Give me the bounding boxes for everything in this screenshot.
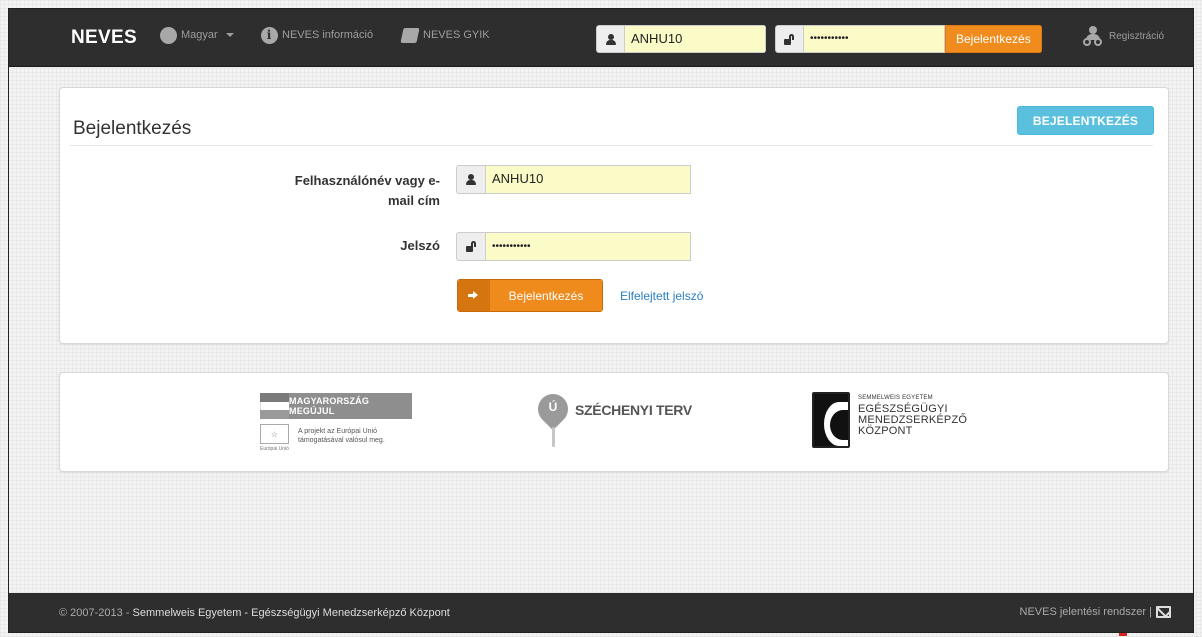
footer-copyright: © 2007-2013 - Semmelweis Egyetem - Egész… bbox=[59, 607, 450, 619]
mm-title: MAGYARORSZÁG MEGÚJUL bbox=[289, 393, 412, 419]
password-input[interactable]: ••••••••••• bbox=[485, 232, 691, 261]
se-name: EGÉSZSÉGÜGYI MENEDZSERKÉPZŐ KÖZPONT bbox=[858, 404, 967, 437]
language-label: Magyar bbox=[181, 29, 218, 41]
top-navbar: NEVES Magyar i NEVES információ NEVES GY… bbox=[9, 9, 1193, 67]
se-small: SEMMELWEIS EGYETEM bbox=[858, 395, 933, 401]
eu-label: Európai Unió bbox=[260, 446, 289, 452]
register-link[interactable]: Regisztráció bbox=[1082, 26, 1164, 46]
password-label: Jelszó bbox=[400, 238, 440, 253]
semmelweis-emblem-icon bbox=[812, 392, 850, 448]
copyright-text: © 2007-2013 - bbox=[59, 607, 133, 619]
nav-faq-link[interactable]: NEVES GYIK bbox=[400, 26, 490, 44]
semmelweis-emk-logo: SEMMELWEIS EGYETEM EGÉSZSÉGÜGYI MENEDZSE… bbox=[812, 391, 992, 453]
lock-icon bbox=[456, 232, 485, 261]
eu-flag-icon: ☆ bbox=[260, 424, 289, 444]
nav-login-button[interactable]: Bejelentkezés bbox=[945, 25, 1042, 53]
sz-letter: Ú bbox=[548, 400, 558, 414]
nav-faq-label: NEVES GYIK bbox=[423, 29, 490, 41]
nav-password-input[interactable]: ••••••••••• bbox=[803, 25, 945, 53]
sz-text: SZÉCHENYI TERV bbox=[575, 402, 692, 418]
users-icon bbox=[1082, 26, 1104, 46]
user-icon bbox=[456, 165, 485, 194]
sponsors-panel: MAGYARORSZÁG MEGÚJUL ☆ Európai Unió A pr… bbox=[59, 372, 1169, 472]
lock-icon bbox=[775, 25, 803, 53]
nav-password-group: ••••••••••• Bejelentkezés bbox=[775, 25, 1042, 53]
globe-icon bbox=[159, 26, 177, 44]
sign-in-icon bbox=[458, 280, 490, 311]
mm-text-line1: A projekt az Európai Unió bbox=[298, 428, 377, 435]
language-dropdown[interactable]: Magyar bbox=[159, 26, 234, 44]
user-icon bbox=[596, 25, 624, 53]
panel-divider bbox=[70, 145, 1153, 146]
footer-system: NEVES jelentési rendszer | bbox=[1020, 606, 1171, 618]
book-icon bbox=[400, 26, 420, 44]
panel-title: Bejelentkezés bbox=[73, 118, 192, 139]
nav-info-label: NEVES információ bbox=[282, 29, 374, 41]
username-input[interactable]: ANHU10 bbox=[485, 165, 691, 194]
caret-down-icon bbox=[225, 33, 234, 37]
register-label: Regisztráció bbox=[1109, 30, 1165, 42]
mm-text: A projekt az Európai Unió támogatásával … bbox=[298, 427, 385, 445]
nav-info-link[interactable]: i NEVES információ bbox=[260, 26, 373, 44]
username-field-group: ANHU10 bbox=[456, 165, 691, 194]
cursor-marker bbox=[1119, 633, 1127, 636]
mm-text-line2: támogatásával valósul meg. bbox=[298, 437, 385, 444]
login-header-button[interactable]: BEJELENTKEZÉS bbox=[1017, 106, 1154, 135]
envelope-icon[interactable] bbox=[1156, 606, 1171, 618]
forgot-password-link[interactable]: Elfelejtett jelszó bbox=[620, 289, 703, 303]
username-label-line1: Felhasználónév vagy e- bbox=[294, 173, 440, 188]
password-field-group: ••••••••••• bbox=[456, 232, 691, 261]
nav-username-input[interactable]: ANHU10 bbox=[624, 25, 766, 53]
login-submit-label: Bejelentkezés bbox=[490, 280, 602, 311]
szechenyi-terv-logo: Ú SZÉCHENYI TERV bbox=[531, 387, 708, 454]
info-icon: i bbox=[260, 26, 278, 44]
hungarian-flag-icon bbox=[260, 393, 289, 420]
login-submit-button[interactable]: Bejelentkezés bbox=[457, 279, 603, 312]
system-label: NEVES jelentési rendszer | bbox=[1019, 606, 1152, 618]
footer: © 2007-2013 - Semmelweis Egyetem - Egész… bbox=[9, 593, 1193, 632]
footer-org-link[interactable]: Semmelweis Egyetem - Egészségügyi Menedz… bbox=[133, 607, 450, 619]
se-line3: KÖZPONT bbox=[858, 425, 913, 437]
brand-logo[interactable]: NEVES bbox=[71, 27, 137, 49]
nav-username-group: ANHU10 bbox=[596, 25, 766, 53]
username-label: Felhasználónév vagy e- mail cím bbox=[260, 171, 440, 211]
login-panel: Bejelentkezés BEJELENTKEZÉS Felhasználón… bbox=[59, 87, 1169, 344]
magyarorszag-megujul-logo: MAGYARORSZÁG MEGÚJUL ☆ Európai Unió A pr… bbox=[260, 393, 412, 457]
username-label-line2: mail cím bbox=[387, 193, 440, 208]
